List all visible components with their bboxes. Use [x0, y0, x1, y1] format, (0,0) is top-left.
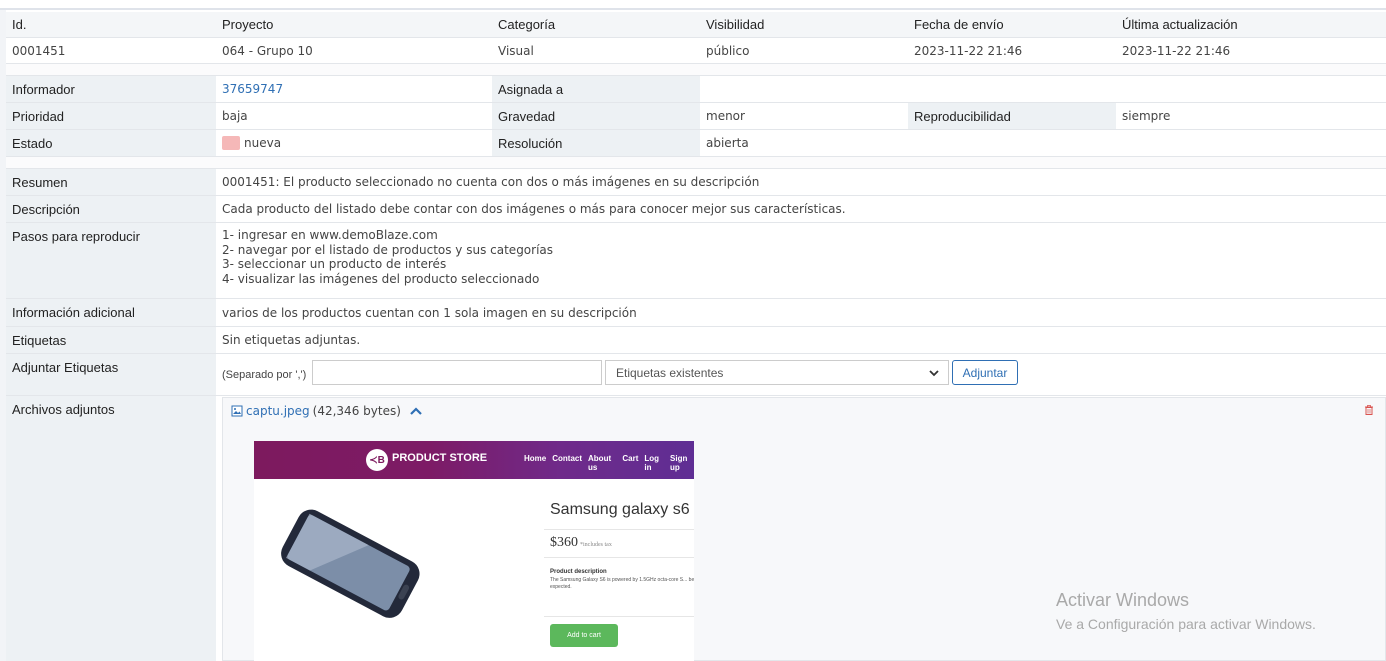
issue-category: Visual	[498, 43, 534, 58]
severity-label: Gravedad	[492, 103, 700, 129]
reporter-link[interactable]: 37659747	[216, 76, 492, 102]
spacer	[6, 64, 1386, 76]
issue-project: 064 - Grupo 10	[222, 43, 313, 58]
issue-values-row: 0001451 064 - Grupo 10 Visual público 20…	[6, 38, 1386, 64]
status-label: Estado	[6, 130, 216, 156]
description-label: Descripción	[6, 196, 216, 222]
preview-nav-item: Home	[524, 454, 547, 463]
preview-nav-item: Sign up	[670, 454, 688, 472]
preview-nav-item: Cart	[622, 454, 639, 463]
status-row: Estado nueva Resolución abierta	[6, 130, 1386, 157]
attach-tags-label: Adjuntar Etiquetas	[6, 354, 216, 395]
priority-value: baja	[222, 109, 248, 123]
reporter-row: Informador 37659747 Asignada a	[6, 76, 1386, 103]
additional-label: Información adicional	[6, 299, 216, 326]
files-label: Archivos adjuntos	[6, 396, 216, 661]
divider	[544, 529, 694, 530]
header-id: Id.	[6, 12, 216, 37]
resolution-label: Resolución	[492, 130, 700, 156]
header-category: Categoría	[492, 12, 700, 37]
priority-row: Prioridad baja Gravedad menor Reproducib…	[6, 103, 1386, 130]
top-border	[0, 0, 1386, 10]
severity-value: menor	[706, 109, 745, 123]
header-submitted: Fecha de envío	[908, 12, 1116, 37]
preview-tax: *includes tax	[580, 542, 612, 548]
attachment-preview-image[interactable]: ≺B PRODUCT STORE Home Contact About us C…	[254, 441, 694, 661]
chevron-down-icon	[929, 370, 939, 377]
assigned-value	[700, 76, 1386, 102]
tags-label: Etiquetas	[6, 327, 216, 353]
reporter-label: Informador	[6, 76, 216, 102]
preview-add-to-cart: Add to cart	[550, 624, 618, 647]
preview-nav-item: About us	[588, 454, 612, 472]
steps-row: Pasos para reproducir 1- ingresar en www…	[6, 223, 1386, 299]
reproducibility-value: siempre	[1122, 109, 1171, 123]
preview-brand: PRODUCT STORE	[392, 452, 488, 464]
status-color-swatch	[222, 136, 240, 150]
existing-tags-select[interactable]: Etiquetas existentes	[605, 360, 949, 385]
spacer	[6, 157, 1386, 169]
preview-nav-item: Contact	[552, 454, 583, 463]
windows-watermark-subtitle: Ve a Configuración para activar Windows.	[1056, 616, 1316, 632]
issue-visibility: público	[706, 43, 750, 58]
priority-label: Prioridad	[6, 103, 216, 129]
preview-desc-title: Product description	[550, 569, 607, 575]
summary-label: Resumen	[6, 169, 216, 195]
image-file-icon	[231, 405, 243, 417]
divider	[544, 616, 694, 617]
description-row: Descripción Cada producto del listado de…	[6, 196, 1386, 223]
preview-product-title: Samsung galaxy s6	[550, 501, 690, 518]
phone-product-image	[281, 509, 420, 618]
preview-price: $360 *includes tax	[550, 535, 612, 551]
header-visibility: Visibilidad	[700, 12, 908, 37]
reproducibility-label: Reproducibilidad	[908, 103, 1116, 129]
divider	[544, 557, 694, 558]
preview-desc-text: The Samsung Galaxy S6 is powered by 1.5G…	[550, 577, 694, 590]
summary-row: Resumen 0001451: El producto seleccionad…	[6, 169, 1386, 196]
status-value-cell: nueva	[216, 130, 492, 156]
attachment-size: (42,346 bytes)	[312, 404, 401, 418]
step-item: 2- navegar por el listado de productos y…	[222, 242, 554, 257]
tag-input[interactable]	[312, 360, 602, 385]
steps-value: 1- ingresar en www.demoBlaze.com 2- nave…	[216, 223, 1386, 298]
resolution-value: abierta	[706, 136, 749, 150]
step-item: 3- seleccionar un producto de interés	[222, 257, 447, 271]
tag-separator-hint: (Separado por ',')	[222, 368, 307, 381]
steps-label: Pasos para reproducir	[6, 223, 216, 298]
additional-row: Información adicional varios de los prod…	[6, 299, 1386, 327]
existing-tags-value: Etiquetas existentes	[616, 365, 724, 380]
tags-value: Sin etiquetas adjuntas.	[222, 333, 361, 347]
assigned-label: Asignada a	[492, 76, 700, 102]
step-item: 4- visualizar las imágenes del producto …	[222, 271, 540, 286]
attach-tags-button[interactable]: Adjuntar	[952, 360, 1018, 385]
issue-submitted: 2023-11-22 21:46	[914, 43, 1023, 58]
preview-nav: Home Contact About us Cart Log in Sign u…	[524, 454, 694, 472]
trash-icon[interactable]	[1363, 404, 1375, 416]
step-item: 1- ingresar en www.demoBlaze.com	[222, 228, 438, 242]
chevron-up-icon[interactable]	[409, 406, 423, 416]
additional-value: varios de los productos cuentan con 1 so…	[222, 305, 637, 320]
summary-value: 0001451: El producto seleccionado no cue…	[222, 175, 760, 189]
attachment-header: captu.jpeg (42,346 bytes)	[231, 404, 423, 418]
header-updated: Última actualización	[1116, 12, 1386, 37]
issue-updated: 2023-11-22 21:46	[1122, 43, 1231, 58]
tags-row: Etiquetas Sin etiquetas adjuntas.	[6, 327, 1386, 354]
preview-navbar: ≺B PRODUCT STORE Home Contact About us C…	[254, 441, 694, 479]
preview-nav-item: Log in	[644, 454, 660, 472]
preview-logo: ≺B	[366, 449, 388, 471]
attachment-filename-link[interactable]: captu.jpeg	[246, 404, 310, 418]
header-project: Proyecto	[216, 12, 492, 37]
issue-header-row: Id. Proyecto Categoría Visibilidad Fecha…	[6, 12, 1386, 38]
preview-price-value: $360	[550, 535, 578, 550]
status-value: nueva	[244, 136, 282, 150]
windows-watermark-title: Activar Windows	[1056, 590, 1190, 610]
description-value: Cada producto del listado debe contar co…	[222, 202, 846, 216]
issue-id: 0001451	[12, 43, 66, 58]
